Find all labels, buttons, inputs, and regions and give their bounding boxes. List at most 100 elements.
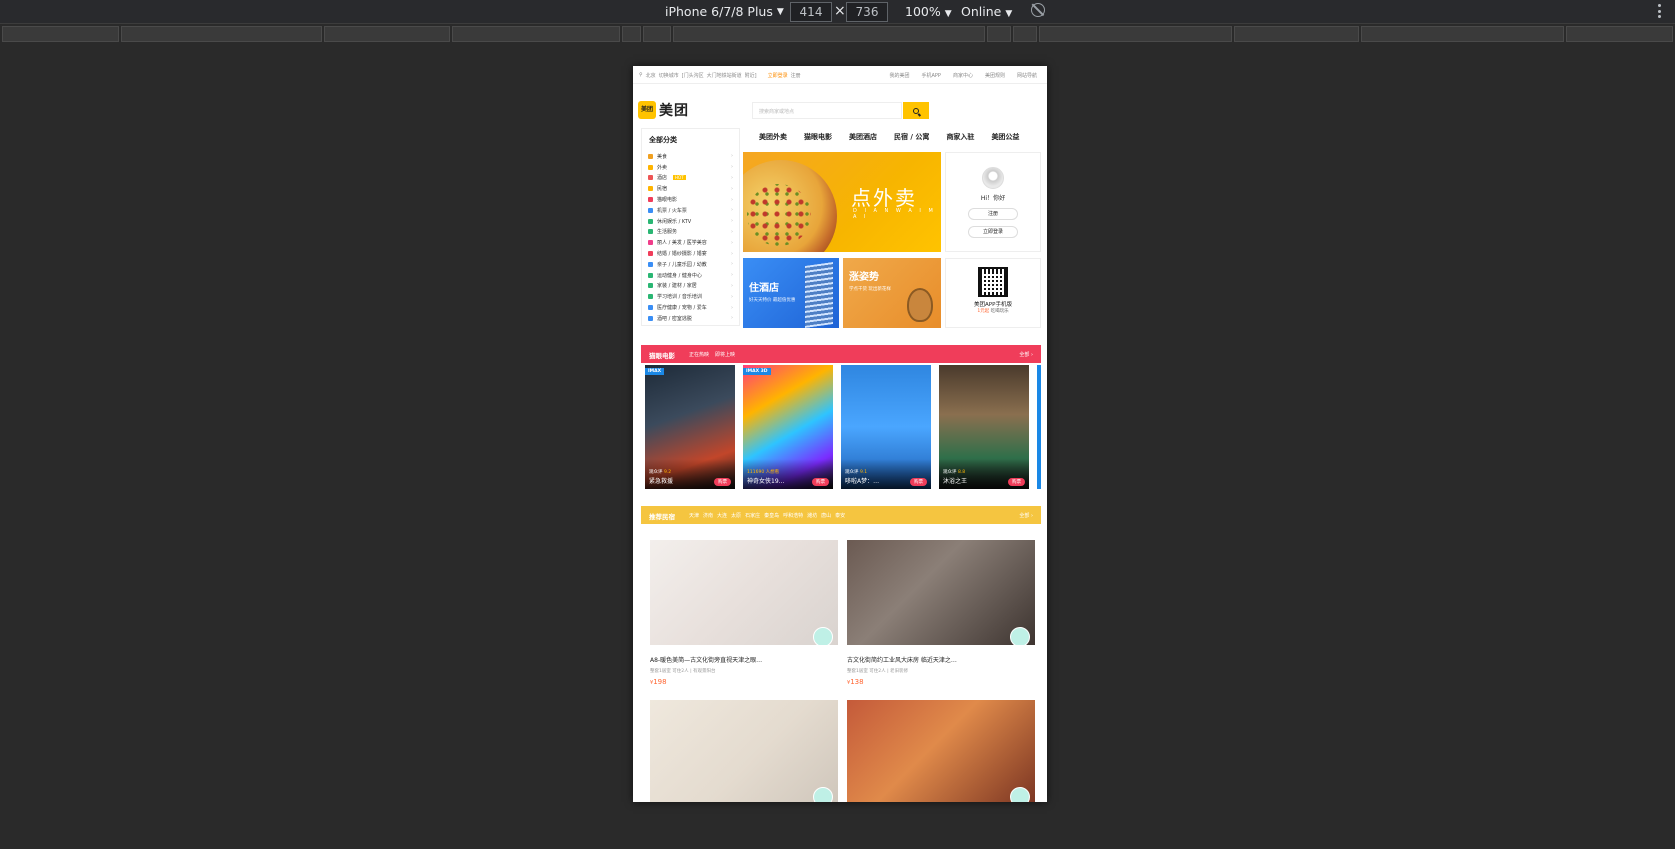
buy-ticket-button[interactable]: 购票 (910, 478, 927, 486)
movie-tab[interactable]: 即将上映 (715, 351, 735, 358)
learning-promo[interactable]: 涨姿势 学点干货 玩出新花样 (843, 258, 941, 328)
app-qr-card: 美团APP手机版 1元起 吃喝玩乐 (945, 258, 1041, 328)
top-link[interactable]: 商家中心 (953, 72, 973, 79)
homestay-city-tab[interactable]: 济南 (703, 512, 713, 519)
homestay-card[interactable]: 古文化街简约工业风大床房 临近天津之… 整套1居室 可住2人 | 老旧装修 ¥138 (847, 540, 1035, 686)
score-value: 9.1 (859, 470, 868, 475)
media-query-segment[interactable] (643, 26, 672, 42)
more-options-icon[interactable] (1658, 4, 1661, 18)
category-item[interactable]: 结婚 / 婚纱摄影 / 婚宴 › (648, 248, 733, 259)
media-query-segment[interactable] (1038, 26, 1233, 42)
search-button[interactable] (903, 102, 929, 119)
network-label: Online (961, 4, 1002, 19)
movie-poster[interactable] (1037, 365, 1041, 489)
homestay-city-tab[interactable]: 秦皇岛 (764, 512, 779, 519)
category-icon (648, 186, 653, 192)
hotel-promo[interactable]: 住酒店 好天天特价 最超值优惠 (743, 258, 839, 328)
media-query-segment[interactable] (673, 26, 986, 42)
device-select[interactable]: iPhone 6/7/8 Plus ▼ (665, 4, 784, 19)
movie-score: 观众评 8.8 (943, 469, 965, 475)
homestay-city-tab[interactable]: 太原 (731, 512, 741, 519)
media-query-segment[interactable] (1234, 26, 1359, 42)
movie-poster[interactable]: 观众评 8.8 沐浴之王 购票 (939, 365, 1029, 489)
chevron-right-icon: › (731, 293, 733, 300)
homestay-city-tab[interactable]: 呼和浩特 (783, 512, 803, 519)
top-link[interactable]: 美团规则 (985, 72, 1005, 79)
buy-ticket-button[interactable]: 购票 (1008, 478, 1025, 486)
media-query-segment[interactable] (1566, 26, 1673, 42)
homestay-city-tab[interactable]: 唐山 (821, 512, 831, 519)
room-price: ¥138 (847, 678, 1035, 686)
category-item[interactable]: 亲子 / 儿童乐园 / 幼教 › (648, 259, 733, 270)
media-query-segment[interactable] (324, 26, 450, 42)
category-item[interactable]: 家装 / 建材 / 家居 › (648, 281, 733, 292)
category-item[interactable]: 酒吧 / 密室逃脱 › (648, 313, 733, 324)
login-link[interactable]: 立即登录 (768, 72, 788, 79)
homestay-card[interactable] (650, 700, 838, 802)
media-query-segment[interactable] (2, 26, 119, 42)
category-item[interactable]: 猫眼电影 › (648, 194, 733, 205)
search-input[interactable]: 搜索商家或地点 (752, 102, 902, 119)
zoom-select[interactable]: 100% ▼ (905, 4, 952, 19)
movie-all-link[interactable]: 全部 › (1019, 351, 1033, 358)
greeting-text: Hi！你好 (980, 195, 1006, 202)
category-item[interactable]: 酒店 HOT › (648, 173, 733, 184)
movie-poster[interactable]: IMAX 3D 111690 人想看 神奇女侠19… 购票 (743, 365, 833, 489)
movie-poster[interactable]: 观众评 9.1 哆啦A梦：… 购票 (841, 365, 931, 489)
top-link[interactable]: 手机APP (922, 72, 941, 79)
buy-ticket-button[interactable]: 购票 (714, 478, 731, 486)
width-input[interactable]: 414 (790, 2, 832, 22)
category-item[interactable]: 民宿 › (648, 183, 733, 194)
top-link[interactable]: 网站导航 (1017, 72, 1037, 79)
media-query-segment[interactable] (621, 26, 642, 42)
category-item[interactable]: 医疗健康 / 宠物 / 爱车 › (648, 302, 733, 313)
main-nav-item[interactable]: 美团酒店 (849, 132, 877, 142)
switch-city-link[interactable]: 切换城市 (659, 72, 679, 79)
register-link[interactable]: 注册 (791, 72, 801, 79)
main-nav-item[interactable]: 猫眼电影 (804, 132, 832, 142)
category-item[interactable]: 运动健身 / 健身中心 › (648, 270, 733, 281)
media-query-segment[interactable] (451, 26, 620, 42)
location-link[interactable]: [门头沟区 (682, 72, 704, 79)
main-nav-item[interactable]: 商家入驻 (946, 132, 974, 142)
main-nav-item[interactable]: 美团外卖 (759, 132, 787, 142)
category-item[interactable]: 外卖 › (648, 162, 733, 173)
location-link[interactable]: 大门地铁站街道 (707, 72, 742, 79)
top-link[interactable]: 我的美团 (889, 72, 909, 79)
category-label: 结婚 / 婚纱摄影 / 婚宴 (657, 251, 707, 258)
category-item[interactable]: 美食 › (648, 151, 733, 162)
media-query-segment[interactable] (1360, 26, 1565, 42)
register-button[interactable]: 注册 (968, 208, 1018, 220)
category-item[interactable]: 机票 / 火车票 › (648, 205, 733, 216)
movie-tab[interactable]: 正在热映 (689, 351, 709, 358)
homestay-card[interactable] (847, 700, 1035, 802)
category-label: 机票 / 火车票 (657, 207, 687, 214)
homestay-card[interactable]: A8-暖色美简—古文化街旁直视天津之眼… 整套1居室 可住2人 | 有观景阳台 ¥1… (650, 540, 838, 686)
movie-poster[interactable]: IMAX 观众评 9.2 紧急救援 购票 (645, 365, 735, 489)
category-item[interactable]: 丽人 / 美发 / 医学美容 › (648, 237, 733, 248)
homestay-city-tab[interactable]: 泰安 (835, 512, 845, 519)
media-query-segment[interactable] (1012, 26, 1037, 42)
buy-ticket-button[interactable]: 购票 (812, 478, 829, 486)
height-input[interactable]: 736 (846, 2, 888, 22)
homestay-all-link[interactable]: 全部 › (1019, 512, 1033, 519)
rotate-icon[interactable] (1031, 3, 1045, 17)
main-nav-item[interactable]: 美团公益 (991, 132, 1019, 142)
main-nav-item[interactable]: 民宿 / 公寓 (894, 132, 929, 142)
category-icon (648, 197, 653, 203)
category-item[interactable]: 学习培训 / 音乐培训 › (648, 291, 733, 302)
homestay-city-tab[interactable]: 大连 (717, 512, 727, 519)
homestay-city-tab[interactable]: 石家庄 (745, 512, 760, 519)
media-query-segment[interactable] (120, 26, 323, 42)
homestay-city-tab[interactable]: 天津 (689, 512, 699, 519)
logo[interactable]: 美团 美团 (638, 100, 689, 120)
category-item[interactable]: 休闲娱乐 / KTV › (648, 216, 733, 227)
login-button[interactable]: 立即登录 (968, 226, 1018, 238)
waimai-banner[interactable]: 点外卖 D I A N W A I M A I (743, 152, 941, 252)
movie-section-header: 猫眼电影 正在热映 即将上映 全部 › (641, 345, 1041, 363)
category-item[interactable]: 生活服务 › (648, 227, 733, 238)
location-link[interactable]: 附近] (745, 72, 757, 79)
network-select[interactable]: Online ▼ (961, 4, 1012, 19)
homestay-city-tab[interactable]: 潍坊 (807, 512, 817, 519)
media-query-segment[interactable] (987, 26, 1011, 42)
